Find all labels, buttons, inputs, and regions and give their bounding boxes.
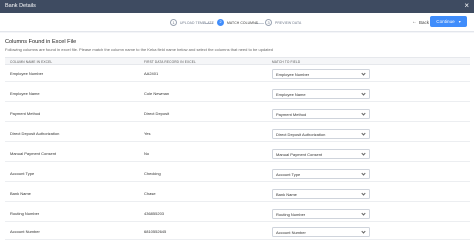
column-name-cell: Manual Payment Consent [10, 151, 57, 156]
step-number: 1 [170, 19, 177, 26]
back-button[interactable]: ← Back [412, 17, 429, 27]
match-field-value: Payment Method [276, 112, 307, 117]
back-label: Back [419, 19, 430, 25]
column-name-cell: Routing Number [10, 211, 40, 216]
wizard-header: 1 UPLOAD TEMPLATE 2 MATCH COLUMNS 3 PREV… [0, 13, 474, 32]
first-record-cell: No [144, 151, 150, 156]
match-field-select[interactable]: Bank Name [272, 188, 370, 199]
first-record-cell: Checking [144, 171, 161, 176]
table-row: Direct Deposit Authorization Yes Direct … [5, 126, 470, 142]
table-row: Manual Payment Consent No Manual Payment… [5, 146, 470, 162]
first-record-cell: Yes [144, 131, 151, 136]
column-name-cell: Account Number [10, 229, 40, 234]
first-record-cell: Direct Deposit [144, 111, 170, 116]
match-field-select[interactable]: Payment Method [272, 108, 370, 119]
chevron-down-icon [361, 130, 366, 136]
table-row: Routing Number 436855203 Routing Number [5, 206, 470, 222]
match-columns-panel: Columns Found in Excel File Following co… [0, 33, 474, 240]
chevron-down-icon [361, 190, 366, 196]
match-field-select[interactable]: Account Type [272, 168, 370, 179]
section-subtitle: Following columns are found in excel fil… [5, 47, 273, 52]
first-record-cell: Cole Newman [144, 91, 170, 96]
match-field-select[interactable]: Employee Number [272, 68, 370, 79]
continue-button[interactable]: Continue ▾ [430, 16, 467, 27]
table-row: Account Number 6810552645 Account Number [5, 224, 470, 240]
match-field-value: Employee Name [276, 92, 306, 97]
table-row: Payment Method Direct Deposit Payment Me… [5, 106, 470, 122]
step-label: MATCH COLUMNS [227, 20, 258, 25]
continue-label: Continue [436, 19, 455, 24]
column-name-cell: Direct Deposit Authorization [10, 131, 60, 136]
match-field-value: Employee Number [276, 72, 310, 77]
first-record-cell: 436855203 [144, 211, 165, 216]
step-match-columns[interactable]: 2 MATCH COLUMNS [217, 18, 258, 27]
match-field-value: Account Number [276, 230, 306, 235]
chevron-down-icon [361, 90, 366, 96]
match-field-select[interactable]: Routing Number [272, 208, 370, 219]
match-field-value: Bank Name [276, 192, 297, 197]
match-field-select[interactable]: Direct Deposit Authorization [272, 128, 370, 139]
match-field-value: Account Type [276, 172, 301, 177]
column-name-cell: Bank Name [10, 191, 31, 196]
header-column-name: COLUMN NAME IN EXCEL [10, 60, 53, 64]
step-upload-template[interactable]: 1 UPLOAD TEMPLATE [170, 18, 214, 27]
table-row: Employee Number AA2401 Employee Number [5, 66, 470, 82]
column-name-cell: Employee Name [10, 91, 40, 96]
match-field-value: Routing Number [276, 212, 306, 217]
match-field-value: Direct Deposit Authorization [276, 132, 326, 137]
column-name-cell: Employee Number [10, 71, 44, 76]
chevron-down-icon [361, 210, 366, 216]
chevron-down-icon [361, 170, 366, 176]
match-field-select[interactable]: Employee Name [272, 88, 370, 99]
column-name-cell: Payment Method [10, 111, 41, 116]
chevron-down-icon[interactable]: ▾ [459, 19, 461, 24]
window-title: Bank Details [5, 3, 36, 9]
section-title: Columns Found in Excel File [5, 39, 77, 45]
match-field-select[interactable]: Manual Payment Consent [272, 148, 370, 159]
column-name-cell: Account Type [10, 171, 35, 176]
first-record-cell: Chase [144, 191, 156, 196]
table-header: COLUMN NAME IN EXCEL FIRST DATA RECORD I… [5, 57, 470, 65]
step-number: 3 [265, 19, 272, 26]
step-number: 2 [217, 19, 224, 26]
step-label: UPLOAD TEMPLATE [180, 20, 214, 25]
table-row: Account Type Checking Account Type [5, 166, 470, 182]
window-title-bar: Bank Details × [0, 0, 474, 13]
chevron-down-icon [361, 228, 366, 234]
first-record-cell: AA2401 [144, 71, 159, 76]
chevron-down-icon [361, 150, 366, 156]
step-preview-data[interactable]: 3 PREVIEW DATA [265, 18, 301, 27]
header-first-record: FIRST DATA RECORD IN EXCEL [144, 60, 196, 64]
chevron-down-icon [361, 70, 366, 76]
header-match-field: MATCH TO FIELD [272, 60, 301, 64]
step-label: PREVIEW DATA [275, 20, 302, 25]
table-row: Bank Name Chase Bank Name [5, 186, 470, 202]
close-icon[interactable]: × [464, 1, 469, 11]
match-field-value: Manual Payment Consent [276, 152, 323, 157]
match-field-select[interactable]: Account Number [272, 226, 370, 237]
table-row: Employee Name Cole Newman Employee Name [5, 86, 470, 102]
chevron-down-icon [361, 110, 366, 116]
first-record-cell: 6810552645 [144, 229, 167, 234]
arrow-left-icon: ← [412, 19, 417, 25]
